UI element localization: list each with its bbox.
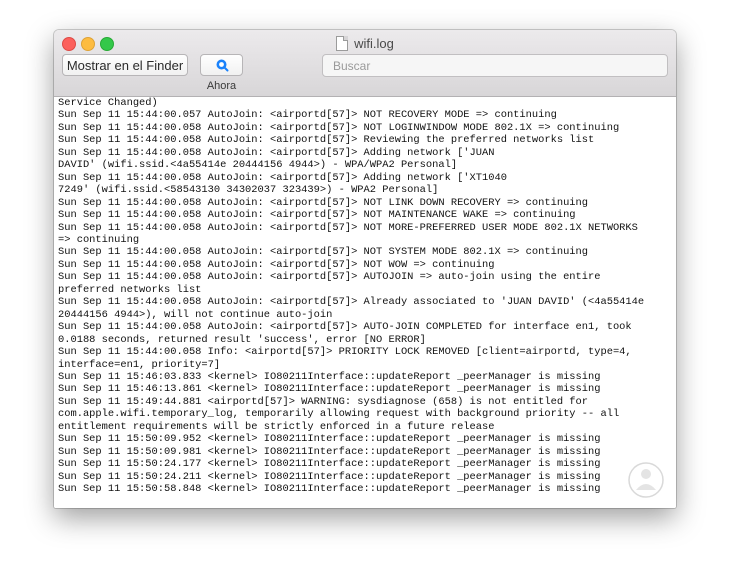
log-line: Service Changed) xyxy=(58,97,158,109)
now-button[interactable] xyxy=(200,54,243,76)
log-line: Sun Sep 11 15:44:00.058 AutoJoin: <airpo… xyxy=(58,209,576,222)
log-window: wifi.log Mostrar en el Finder Ahora Serv… xyxy=(54,30,676,508)
log-line: => continuing xyxy=(58,233,140,246)
watermark-logo-icon xyxy=(628,462,664,498)
window-title: wifi.log xyxy=(354,35,394,51)
log-line: Sun Sep 11 15:50:24.211 <kernel> IO80211… xyxy=(58,470,601,483)
log-line: com.apple.wifi.temporary_log, temporaril… xyxy=(58,408,620,421)
log-line: Sun Sep 11 15:44:00.058 Info: <airportd[… xyxy=(58,346,632,359)
clock-refresh-icon xyxy=(216,59,228,72)
search-input[interactable] xyxy=(322,54,668,77)
log-line: Sun Sep 11 15:46:03.833 <kernel> IO80211… xyxy=(58,370,601,383)
log-line: Sun Sep 11 15:44:00.058 AutoJoin: <airpo… xyxy=(58,271,601,284)
window-title-group: wifi.log xyxy=(54,34,676,52)
log-line: 20444156 4944>), will not continue auto-… xyxy=(58,308,333,321)
log-line: Sun Sep 11 15:50:58.848 <kernel> IO80211… xyxy=(58,483,601,496)
log-line: Sun Sep 11 15:44:00.058 AutoJoin: <airpo… xyxy=(58,246,589,259)
log-line: 7249' (wifi.ssid.<58543130 34302037 3234… xyxy=(58,184,439,197)
log-line: Sun Sep 11 15:44:00.058 AutoJoin: <airpo… xyxy=(58,146,495,159)
log-line: Sun Sep 11 15:44:00.058 AutoJoin: <airpo… xyxy=(58,134,595,147)
log-line: Sun Sep 11 15:50:24.177 <kernel> IO80211… xyxy=(58,458,601,471)
title-bar: wifi.log Mostrar en el Finder Ahora xyxy=(54,30,676,97)
log-line: Sun Sep 11 15:44:00.058 AutoJoin: <airpo… xyxy=(58,296,645,309)
log-line: Sun Sep 11 15:46:13.861 <kernel> IO80211… xyxy=(58,383,601,396)
log-line: Sun Sep 11 15:44:00.057 AutoJoin: <airpo… xyxy=(58,109,557,122)
show-in-finder-button[interactable]: Mostrar en el Finder xyxy=(62,54,188,76)
document-icon xyxy=(336,35,349,51)
log-content-area[interactable]: Service Changed) Sun Sep 11 15:44:00.057… xyxy=(54,97,676,508)
now-button-label: Ahora xyxy=(206,80,237,92)
log-line: 0.0188 seconds, returned result 'success… xyxy=(58,333,426,346)
log-line: Sun Sep 11 15:44:00.058 AutoJoin: <airpo… xyxy=(58,321,632,334)
log-line: Sun Sep 11 15:50:09.981 <kernel> IO80211… xyxy=(58,445,601,458)
log-line: Sun Sep 11 15:50:09.952 <kernel> IO80211… xyxy=(58,433,601,446)
log-line: DAVID' (wifi.ssid.<4a55414e 20444156 494… xyxy=(58,159,458,172)
log-line: Sun Sep 11 15:44:00.058 AutoJoin: <airpo… xyxy=(58,258,495,271)
log-line: preferred networks list xyxy=(58,283,202,296)
log-line: Sun Sep 11 15:49:44.881 <airportd[57]> W… xyxy=(58,395,589,408)
log-line: Sun Sep 11 15:44:00.058 AutoJoin: <airpo… xyxy=(58,221,638,234)
log-line: Sun Sep 11 15:44:00.058 AutoJoin: <airpo… xyxy=(58,196,589,209)
log-line: Sun Sep 11 15:44:00.058 AutoJoin: <airpo… xyxy=(58,171,507,184)
log-text: Service Changed) Sun Sep 11 15:44:00.057… xyxy=(54,97,676,496)
log-line: interface=en1, priority=7] xyxy=(58,358,221,371)
log-line: Sun Sep 11 15:44:00.058 AutoJoin: <airpo… xyxy=(58,121,620,134)
log-line: entitlement requirements will be strictl… xyxy=(58,420,495,433)
